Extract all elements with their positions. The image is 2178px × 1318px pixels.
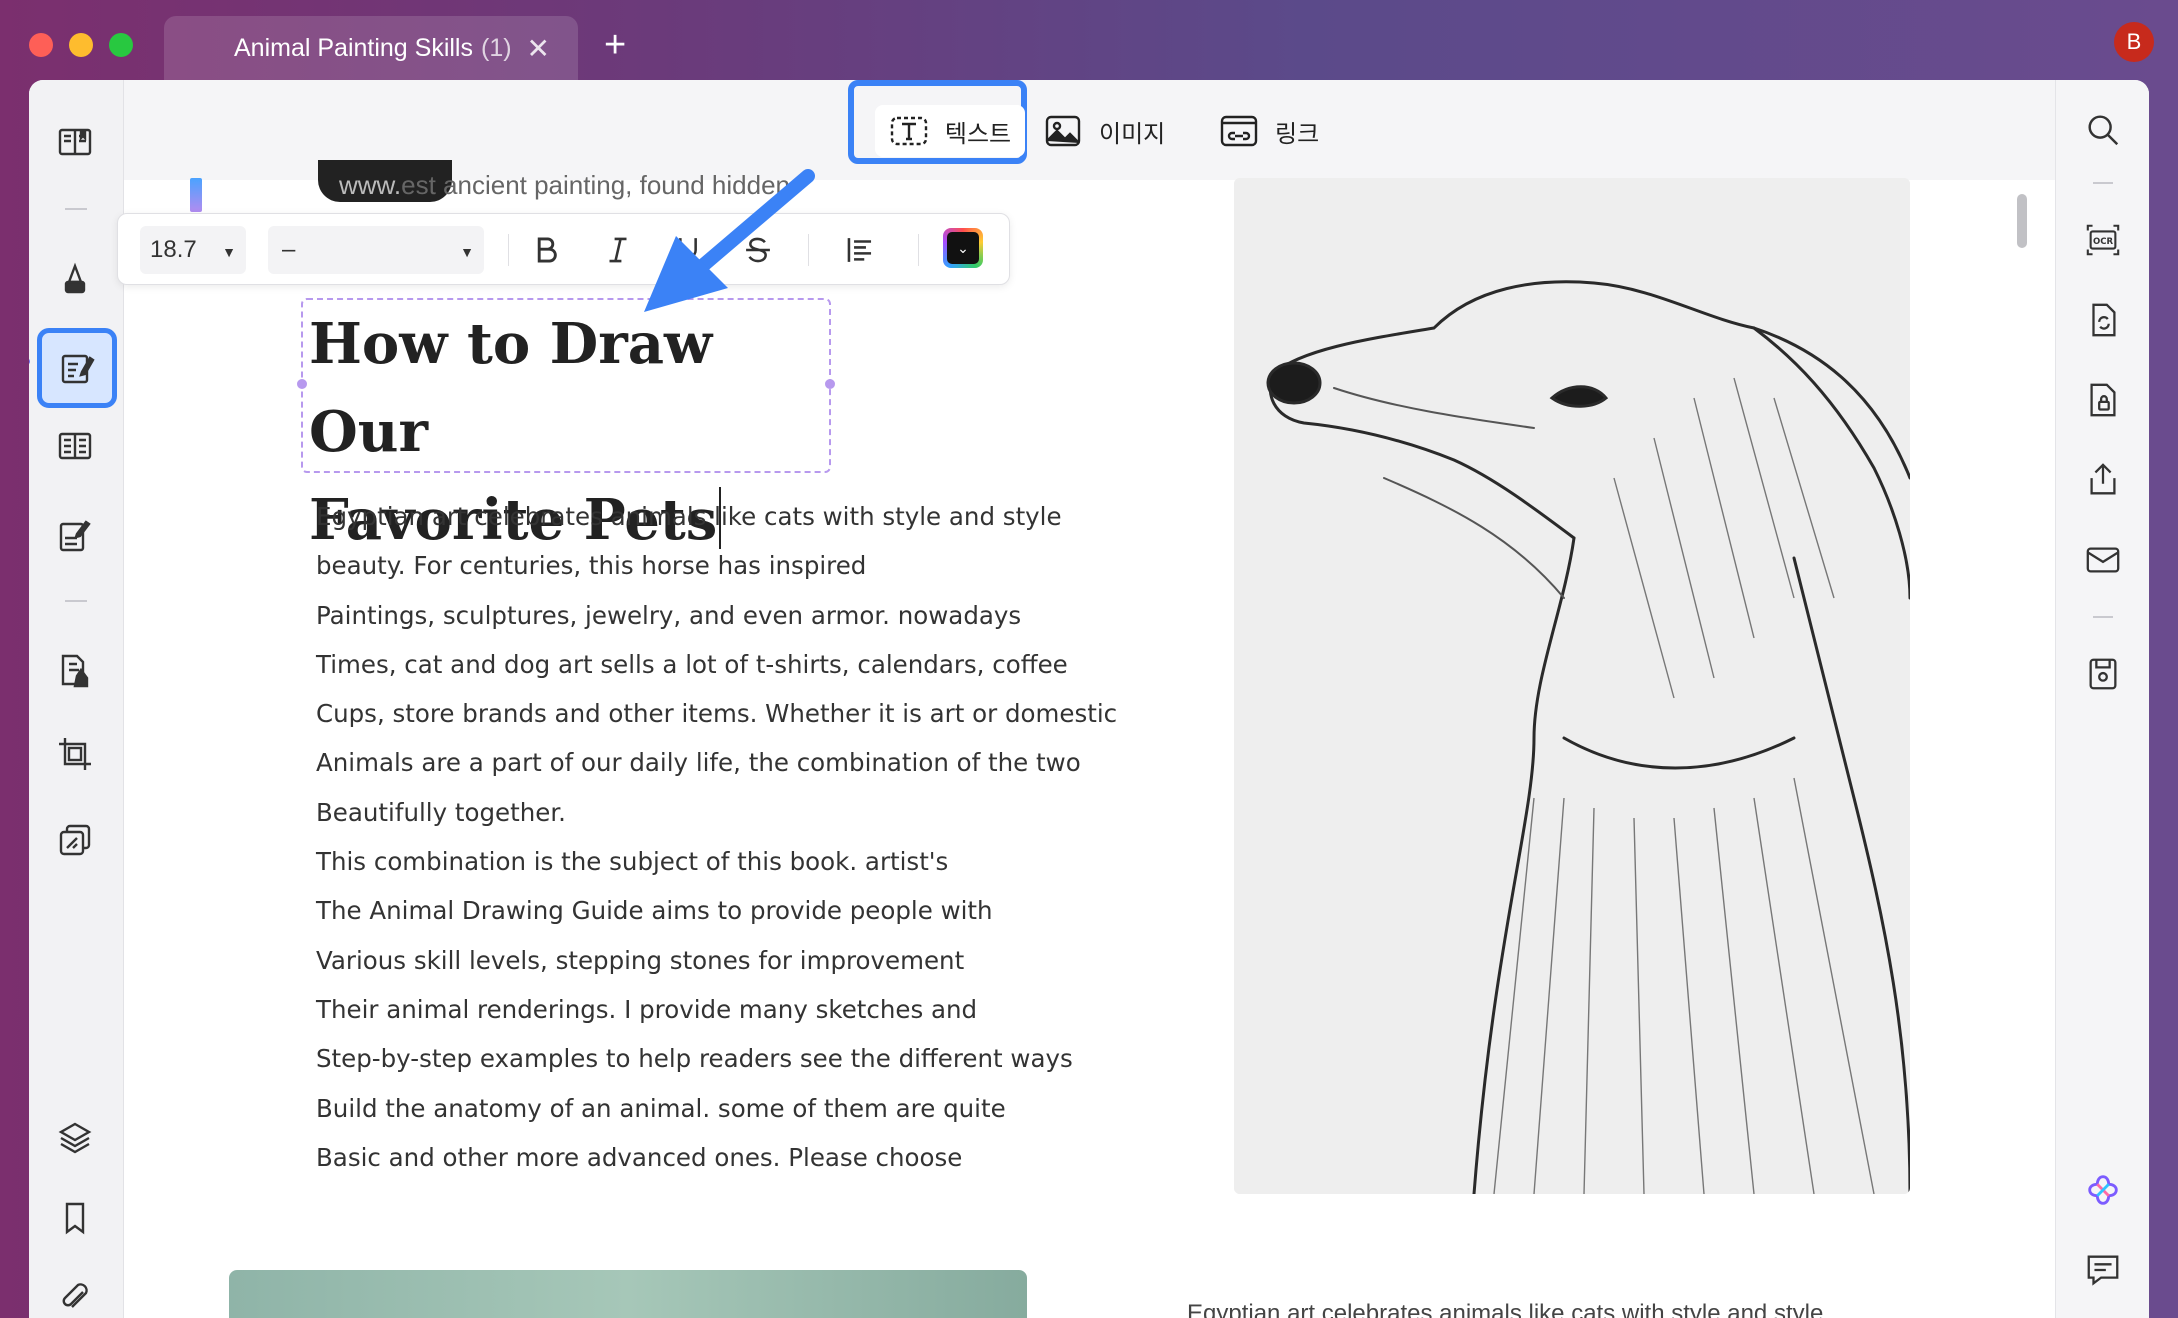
body-line: beauty. For centuries, this horse has in… <box>316 551 867 581</box>
search-icon[interactable] <box>2083 110 2123 150</box>
layers-icon[interactable] <box>47 1110 103 1166</box>
chevron-down-icon: ▼ <box>460 244 474 260</box>
sidebar-divider <box>2093 182 2113 184</box>
batch-icon[interactable] <box>47 812 103 868</box>
left-sidebar <box>29 80 124 1318</box>
text-tool-icon <box>890 116 928 146</box>
strikethrough-icon <box>746 237 770 263</box>
dog-sketch-drawing <box>1234 178 1910 1194</box>
protect-icon[interactable] <box>2083 380 2123 420</box>
image-tool-label: 이미지 <box>1099 120 1166 148</box>
image-tool-button[interactable]: 이미지 <box>1043 100 1165 162</box>
underline-button[interactable] <box>668 230 708 270</box>
header-line-text: est ancient painting, found hidden <box>401 170 790 200</box>
tab-count: (1) <box>481 33 512 62</box>
body-line: Animals are a part of our daily life, th… <box>316 748 1081 778</box>
convert-icon[interactable] <box>2083 300 2123 340</box>
zoom-window-button[interactable] <box>109 33 133 57</box>
body-paragraph[interactable]: Egyptian art celebrates animals like cat… <box>316 492 1118 1182</box>
margin-marker <box>190 178 202 212</box>
bottom-illustration[interactable] <box>229 1270 1027 1318</box>
body-line: Step-by-step examples to help readers se… <box>316 1044 1073 1074</box>
toolbar-divider <box>808 234 809 266</box>
body-line: This combination is the subject of this … <box>316 847 949 877</box>
tab-title-text: Animal Painting Skills <box>234 33 473 62</box>
body-line: The Animal Drawing Guide aims to provide… <box>316 896 993 926</box>
text-color-picker[interactable]: ⌄ <box>943 228 983 268</box>
italic-button[interactable] <box>598 230 638 270</box>
text-format-toolbar: 18.7 ▼ – ▼ ⌄ <box>117 213 1010 285</box>
body-line: Egyptian art celebrates animals like cat… <box>316 502 1062 531</box>
new-tab-button[interactable]: + <box>604 26 626 64</box>
font-family-value: – <box>282 236 296 263</box>
tab-title: Animal Painting Skills (1) <box>234 34 512 63</box>
body-line: Build the anatomy of an animal. some of … <box>316 1093 1006 1123</box>
text-tool-label: 텍스트 <box>944 120 1012 148</box>
underline-icon <box>678 238 698 265</box>
align-left-button[interactable] <box>840 230 880 270</box>
close-tab-icon[interactable]: ✕ <box>527 32 550 65</box>
font-size-value: 18.7 <box>150 236 197 263</box>
crop-icon[interactable] <box>47 726 103 782</box>
save-icon[interactable] <box>2083 654 2123 694</box>
scroll-thumb[interactable] <box>2017 194 2027 248</box>
body-line: Their animal renderings. I provide many … <box>316 994 978 1024</box>
italic-icon <box>609 237 627 263</box>
body-line: Various skill levels, stepping stones fo… <box>316 945 965 975</box>
second-column-text[interactable]: Egyptian art celebrates animals like cat… <box>1187 1300 1823 1318</box>
title-line-1: How to Draw Our <box>309 311 713 465</box>
chevron-down-icon: ⌄ <box>947 232 979 264</box>
active-indicator <box>29 358 30 365</box>
bookmark-icon[interactable] <box>47 1190 103 1246</box>
page-organize-icon[interactable] <box>47 418 103 474</box>
text-tool-button[interactable]: 텍스트 <box>861 100 1039 162</box>
body-line: Basic and other more advanced ones. Plea… <box>316 1142 963 1172</box>
toolbar-divider <box>508 234 509 266</box>
comments-panel-icon[interactable] <box>2083 1250 2123 1290</box>
svg-text:OCR: OCR <box>2093 237 2114 247</box>
sidebar-divider <box>2093 616 2113 618</box>
font-size-select[interactable]: 18.7 ▼ <box>140 226 246 274</box>
email-icon[interactable] <box>2083 540 2123 580</box>
resize-handle-left[interactable] <box>297 379 307 389</box>
bold-button[interactable] <box>526 230 566 270</box>
sidebar-divider <box>65 600 87 602</box>
body-line: Cups, store brands and other items. Whet… <box>316 699 1118 729</box>
close-window-button[interactable] <box>29 33 53 57</box>
image-tool-icon <box>1045 115 1081 147</box>
body-line: Beautifully together. <box>316 797 566 827</box>
text-tool-inner: 텍스트 <box>874 105 1026 157</box>
strikethrough-button[interactable] <box>738 230 778 270</box>
align-left-icon <box>847 238 872 262</box>
ocr-icon[interactable]: OCR <box>2083 220 2123 260</box>
comment-tool-icon[interactable] <box>47 250 103 306</box>
pages-icon[interactable] <box>47 642 103 698</box>
share-icon[interactable] <box>2083 460 2123 500</box>
edit-pdf-icon[interactable] <box>37 328 117 408</box>
bold-icon <box>537 237 557 263</box>
right-sidebar: OCR <box>2055 80 2149 1318</box>
document-tab[interactable]: Animal Painting Skills (1) ✕ <box>164 16 578 80</box>
link-tool-label: 링크 <box>1275 120 1320 148</box>
body-line: Paintings, sculptures, jewelry, and even… <box>316 600 1022 630</box>
reader-mode-icon[interactable] <box>47 114 103 170</box>
font-family-select[interactable]: – ▼ <box>268 226 484 274</box>
ai-assistant-icon[interactable] <box>2083 1170 2123 1210</box>
sidebar-divider <box>65 208 87 210</box>
header-line[interactable]: www.est ancient painting, found hidden <box>339 170 790 201</box>
scrollbar[interactable] <box>2014 180 2030 1318</box>
link-tool-icon <box>1220 115 1258 147</box>
app-window: 텍스트 이미지 링크 OCR www.est ancient painting,… <box>29 80 2149 1318</box>
attachment-icon[interactable] <box>47 1270 103 1318</box>
chevron-down-icon: ▼ <box>222 244 236 260</box>
toolbar-divider <box>918 234 919 266</box>
form-edit-icon[interactable] <box>47 508 103 564</box>
minimize-window-button[interactable] <box>69 33 93 57</box>
title-bar: Animal Painting Skills (1) ✕ + B <box>0 0 2178 80</box>
dog-sketch-image[interactable] <box>1234 178 1910 1194</box>
header-ghost-text: www. <box>339 170 402 200</box>
body-line: Times, cat and dog art sells a lot of t-… <box>316 649 1068 679</box>
avatar[interactable]: B <box>2114 22 2154 62</box>
link-tool-button[interactable]: 링크 <box>1219 100 1319 162</box>
